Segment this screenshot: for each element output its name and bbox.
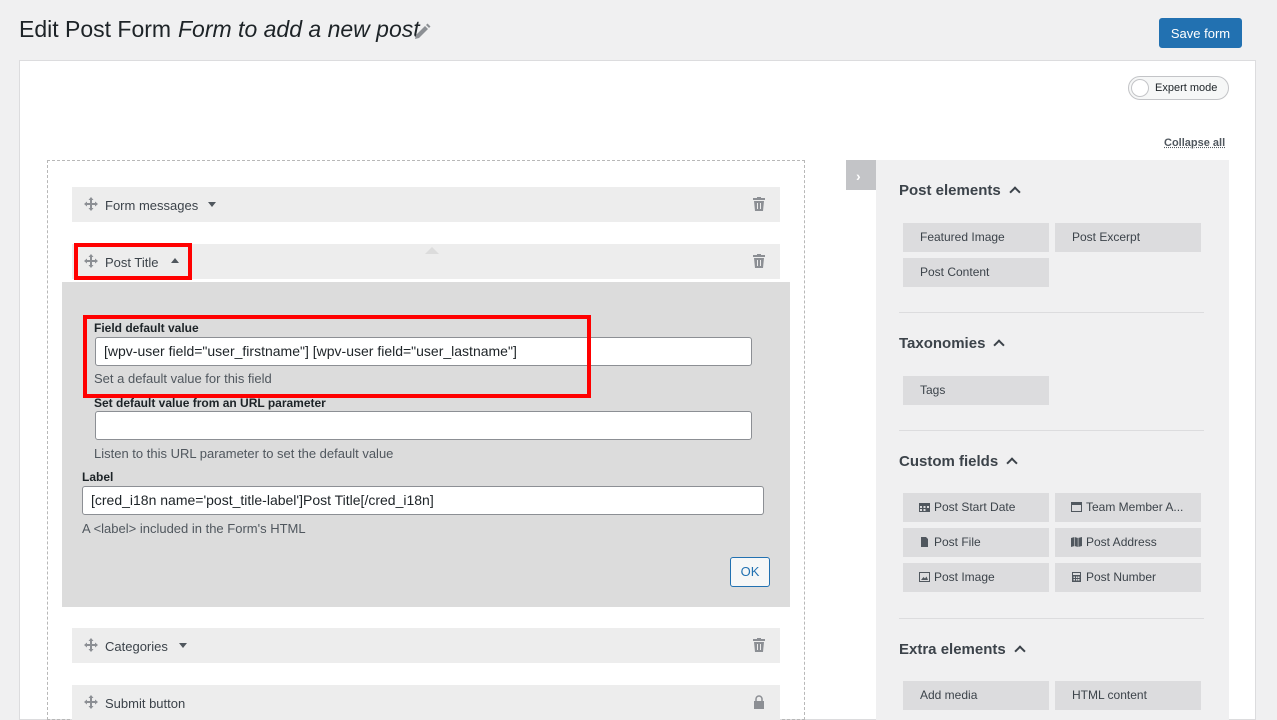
- expert-mode-toggle[interactable]: Expert mode: [1128, 76, 1229, 100]
- sidebar-toggle-button[interactable]: ›: [846, 160, 876, 190]
- field-label: Form messages: [105, 198, 199, 213]
- calendar-icon: [919, 503, 930, 512]
- element-post-excerpt[interactable]: Post Excerpt: [1055, 223, 1201, 252]
- field-label: Categories: [105, 639, 168, 654]
- field-label: Submit button: [105, 696, 186, 711]
- element-add-media[interactable]: Add media: [903, 681, 1049, 710]
- element-tags[interactable]: Tags: [903, 376, 1049, 405]
- caret-up-icon: [1009, 186, 1021, 198]
- save-form-button[interactable]: Save form: [1159, 18, 1242, 48]
- label-field-label: Label: [82, 470, 114, 484]
- image-icon: [919, 572, 930, 582]
- caret-up-icon: [1014, 645, 1026, 657]
- section-divider: [899, 618, 1204, 619]
- toggle-knob: [1131, 79, 1149, 97]
- element-post-address[interactable]: Post Address: [1055, 528, 1201, 557]
- trash-icon[interactable]: [753, 638, 765, 652]
- map-icon: [1071, 537, 1082, 547]
- element-featured-image[interactable]: Featured Image: [903, 223, 1049, 252]
- url-param-label: Set default value from an URL parameter: [94, 396, 326, 410]
- field-row-submit-button[interactable]: Submit button: [72, 685, 780, 720]
- caret-up-icon: [993, 339, 1006, 351]
- section-taxonomies[interactable]: Taxonomies: [899, 335, 1006, 352]
- chevron-right-icon: ›: [856, 168, 861, 184]
- section-extra-elements[interactable]: Extra elements: [899, 641, 1026, 658]
- url-param-help: Listen to this URL parameter to set the …: [94, 446, 394, 461]
- section-custom-fields[interactable]: Custom fields: [899, 453, 1018, 470]
- move-icon[interactable]: [84, 638, 98, 652]
- section-divider: [899, 312, 1204, 313]
- caret-down-icon[interactable]: [208, 202, 216, 207]
- pencil-icon[interactable]: [412, 22, 432, 42]
- field-row-form-messages[interactable]: Form messages: [72, 187, 780, 222]
- window-icon: [1071, 502, 1082, 512]
- move-icon[interactable]: [84, 197, 98, 211]
- element-html-content[interactable]: HTML content: [1055, 681, 1201, 710]
- move-icon[interactable]: [84, 695, 98, 709]
- trash-icon[interactable]: [753, 197, 765, 211]
- file-icon: [921, 537, 928, 547]
- label-input[interactable]: [cred_i18n name='post_title-label']Post …: [82, 486, 764, 515]
- section-divider: [899, 430, 1204, 431]
- element-team-member[interactable]: Team Member A...: [1055, 493, 1201, 522]
- caret-down-icon[interactable]: [179, 643, 187, 648]
- lock-icon: [754, 695, 764, 709]
- highlight-post-title: [74, 243, 192, 280]
- element-post-number[interactable]: Post Number: [1055, 563, 1201, 592]
- panel-pointer: [425, 247, 439, 254]
- element-post-start-date[interactable]: Post Start Date: [903, 493, 1049, 522]
- label-help: A <label> included in the Form's HTML: [82, 521, 306, 536]
- element-post-content[interactable]: Post Content: [903, 258, 1049, 287]
- element-post-image[interactable]: Post Image: [903, 563, 1049, 592]
- caret-up-icon: [1006, 457, 1018, 469]
- section-post-elements[interactable]: Post elements: [899, 182, 1021, 199]
- expert-mode-label: Expert mode: [1155, 82, 1218, 94]
- highlight-default-value: [83, 315, 591, 398]
- collapse-all-link[interactable]: Collapse all: [1164, 137, 1225, 149]
- calculator-icon: [1072, 572, 1081, 582]
- trash-icon[interactable]: [753, 254, 765, 268]
- form-subtitle[interactable]: Form to add a new post: [178, 16, 420, 43]
- element-post-file[interactable]: Post File: [903, 528, 1049, 557]
- url-param-input[interactable]: [95, 411, 752, 440]
- ok-button[interactable]: OK: [730, 557, 770, 587]
- field-row-categories[interactable]: Categories: [72, 628, 780, 663]
- page-title: Edit Post Form: [19, 16, 172, 42]
